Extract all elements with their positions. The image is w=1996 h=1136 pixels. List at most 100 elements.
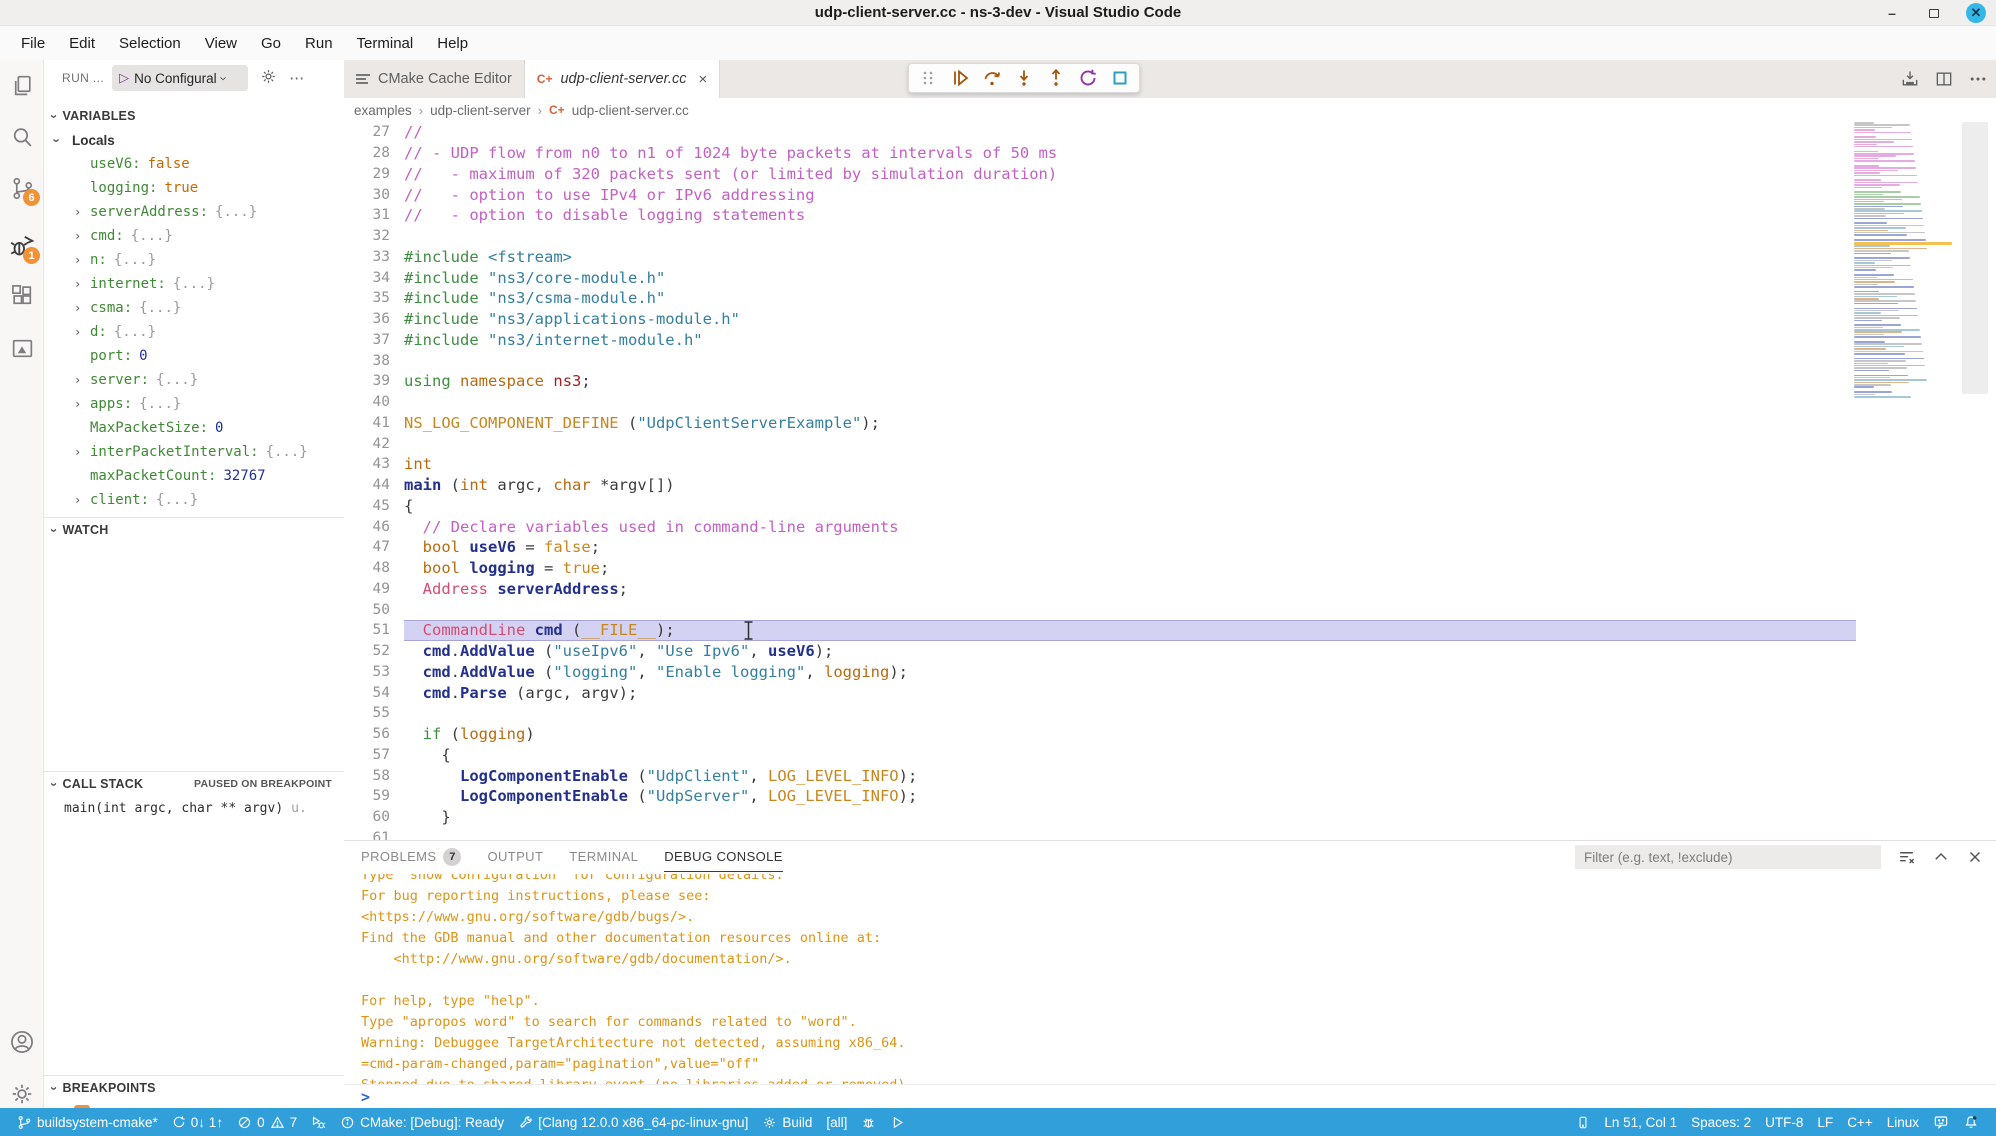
remote-indicator-item[interactable] [1569, 1108, 1597, 1136]
cursor-position-item[interactable]: Ln 51, Col 1 [1597, 1108, 1684, 1136]
source-control-icon[interactable]: 6 [0, 166, 44, 210]
line-number[interactable]: 33 [344, 249, 390, 265]
menu-view[interactable]: View [194, 31, 248, 56]
line-number[interactable]: 47 [344, 539, 390, 555]
code-line[interactable]: 40 [344, 392, 1996, 413]
code-line[interactable]: 42 [344, 433, 1996, 454]
code-line[interactable]: 55 [344, 703, 1996, 724]
code-line[interactable]: 35#include "ns3/csma-module.h" [344, 288, 1996, 309]
tab-problems[interactable]: PROBLEMS 7 [361, 841, 461, 872]
menu-run[interactable]: Run [294, 31, 344, 56]
tab-output[interactable]: OUTPUT [487, 841, 543, 872]
cmake-kit-item[interactable]: [Clang 12.0.0 x86_64-pc-linux-gnu] [511, 1108, 755, 1136]
editor-scrollbar[interactable] [1962, 122, 1988, 394]
variable-row[interactable]: ›server:{...} [44, 368, 344, 392]
stop-icon[interactable] [1107, 65, 1133, 91]
code-line[interactable]: 57 { [344, 745, 1996, 766]
code-line[interactable]: 32 [344, 226, 1996, 247]
line-number[interactable]: 30 [344, 187, 390, 203]
line-number[interactable]: 36 [344, 311, 390, 327]
encoding-item[interactable]: UTF-8 [1758, 1108, 1810, 1136]
code-line[interactable]: 36#include "ns3/applications-module.h" [344, 309, 1996, 330]
continue-icon[interactable] [947, 65, 973, 91]
extensions-icon[interactable] [0, 274, 44, 318]
console-prompt[interactable]: > [344, 1084, 1996, 1108]
code-line[interactable]: 28// - UDP flow from n0 to n1 of 1024 by… [344, 143, 1996, 164]
code-line[interactable]: 48 bool logging = true; [344, 558, 1996, 579]
line-number[interactable]: 61 [344, 830, 390, 840]
variable-row[interactable]: port:0 [44, 344, 344, 368]
restart-icon[interactable] [1075, 65, 1101, 91]
line-number[interactable]: 53 [344, 664, 390, 680]
watch-header[interactable]: › WATCH [44, 518, 344, 542]
close-tab-icon[interactable]: × [698, 71, 707, 88]
line-number[interactable]: 60 [344, 809, 390, 825]
breakpoints-header[interactable]: › BREAKPOINTS [44, 1076, 344, 1100]
cmake-status-item[interactable]: CMake: [Debug]: Ready [333, 1108, 511, 1136]
clear-console-icon[interactable] [1897, 848, 1916, 867]
code-line[interactable]: 49 Address serverAddress; [344, 579, 1996, 600]
menu-terminal[interactable]: Terminal [346, 31, 425, 56]
step-into-icon[interactable] [1011, 65, 1037, 91]
code-line[interactable]: 46 // Declare variables used in command-… [344, 516, 1996, 537]
line-number[interactable]: 29 [344, 166, 390, 182]
launch-target-item[interactable] [883, 1108, 912, 1136]
line-number[interactable]: 48 [344, 560, 390, 576]
breadcrumb-file[interactable]: udp-client-server.cc [572, 103, 689, 118]
line-number[interactable]: 43 [344, 456, 390, 472]
line-number[interactable]: 51 [344, 622, 390, 638]
line-number[interactable]: 52 [344, 643, 390, 659]
variable-row[interactable]: maxPacketCount:32767 [44, 464, 344, 488]
eol-item[interactable]: LF [1810, 1108, 1840, 1136]
maximize-panel-icon[interactable] [1932, 848, 1950, 866]
debug-launch-item[interactable] [304, 1108, 333, 1136]
tab-udp-client-server[interactable]: C+ udp-client-server.cc × [525, 60, 720, 98]
variable-row[interactable]: ›d:{...} [44, 320, 344, 344]
line-number[interactable]: 57 [344, 747, 390, 763]
tab-terminal[interactable]: TERMINAL [569, 841, 638, 872]
code-line[interactable]: 30// - option to use IPv4 or IPv6 addres… [344, 184, 1996, 205]
variable-row[interactable]: logging:true [44, 176, 344, 200]
code-line[interactable]: 27// [344, 122, 1996, 143]
line-number[interactable]: 38 [344, 353, 390, 369]
menu-file[interactable]: File [10, 31, 56, 56]
variable-row[interactable]: ›internet:{...} [44, 272, 344, 296]
menu-edit[interactable]: Edit [58, 31, 106, 56]
breadcrumb-folder[interactable]: udp-client-server [430, 103, 531, 118]
code-line[interactable]: 39using namespace ns3; [344, 371, 1996, 392]
code-line[interactable]: 58 LogComponentEnable ("UdpClient", LOG_… [344, 765, 1996, 786]
code-line[interactable]: 50 [344, 599, 1996, 620]
variable-row[interactable]: ›apps:{...} [44, 392, 344, 416]
code-line[interactable]: 59 LogComponentEnable ("UdpServer", LOG_… [344, 786, 1996, 807]
step-over-icon[interactable] [979, 65, 1005, 91]
start-debug-icon[interactable]: ▷ [119, 70, 129, 86]
code-line[interactable]: 34#include "ns3/core-module.h" [344, 267, 1996, 288]
cmake-icon[interactable] [0, 326, 44, 370]
explorer-icon[interactable] [0, 63, 44, 107]
notifications-item[interactable] [1956, 1108, 1986, 1136]
cmake-build-item[interactable]: Build [755, 1108, 819, 1136]
code-line[interactable]: 61 [344, 828, 1996, 841]
errors-warnings-item[interactable]: 0 7 [230, 1108, 304, 1136]
line-number[interactable]: 54 [344, 685, 390, 701]
code-line[interactable]: 44main (int argc, char *argv[]) [344, 475, 1996, 496]
line-number[interactable]: 37 [344, 332, 390, 348]
code-line[interactable]: 43int [344, 454, 1996, 475]
line-number[interactable]: 55 [344, 705, 390, 721]
code-line[interactable]: 51 CommandLine cmd (__FILE__); [344, 620, 1996, 641]
breadcrumb-examples[interactable]: examples [354, 103, 412, 118]
variable-row[interactable]: ›csma:{...} [44, 296, 344, 320]
variable-row[interactable]: ›client:{...} [44, 488, 344, 512]
line-number[interactable]: 35 [344, 290, 390, 306]
code-line[interactable]: 29// - maximum of 320 packets sent (or l… [344, 164, 1996, 185]
line-number[interactable]: 31 [344, 207, 390, 223]
line-number[interactable]: 27 [344, 124, 390, 140]
code-line[interactable]: 33#include <fstream> [344, 247, 1996, 268]
code-line[interactable]: 47 bool useV6 = false; [344, 537, 1996, 558]
line-number[interactable]: 49 [344, 581, 390, 597]
tab-cmake-cache-editor[interactable]: CMake Cache Editor [344, 60, 525, 98]
locals-scope[interactable]: › Locals [44, 128, 344, 152]
minimap[interactable] [1854, 122, 1952, 408]
code-editor[interactable]: 27//28// - UDP flow from n0 to n1 of 102… [344, 122, 1996, 840]
line-number[interactable]: 28 [344, 145, 390, 161]
